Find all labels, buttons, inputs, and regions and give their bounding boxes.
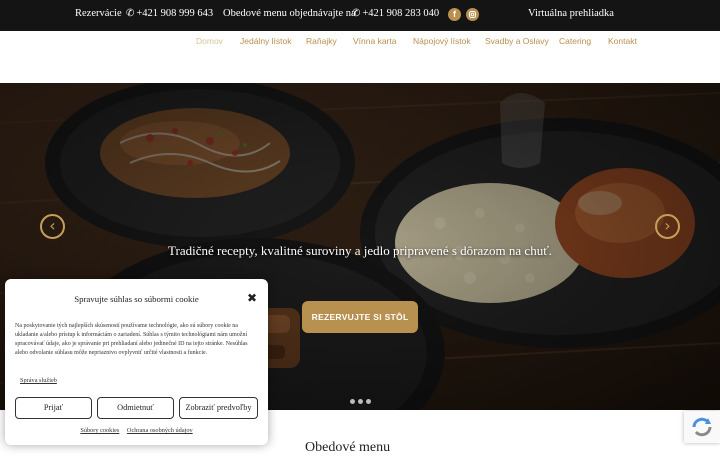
nav-breakfast[interactable]: Raňajky [306,36,337,46]
hero-tagline: Tradičné recepty, kvalitné suroviny a je… [168,243,552,258]
nav-food-menu[interactable]: Jedálny lístok [240,36,292,46]
virtual-tour-link[interactable]: Virtuálna prehliadka [528,8,614,19]
reservations-phone: +421 908 999 643 [136,8,214,19]
cookie-description: Na poskytovanie tých najlepších skúsenos… [15,323,248,356]
chevron-left-icon: ‹ [49,216,56,235]
recaptcha-badge[interactable] [684,411,720,443]
cookie-footer-links: Súbory cookies Ochrana osobných údajov [5,427,268,434]
section-title: Obedové menu [305,440,391,455]
reservations-phone-link[interactable]: ✆ +421 908 999 643 [126,8,213,19]
lunch-phone-link[interactable]: ✆ +421 908 283 040 [352,8,439,19]
manage-services-link[interactable]: Správa služieb [20,377,57,384]
cookies-policy-link[interactable]: Súbory cookies [80,427,119,434]
book-table-button[interactable]: REZERVUJTE SI STÔL [302,301,418,333]
privacy-policy-link[interactable]: Ochrana osobných údajov [127,427,193,434]
slider-dot-2[interactable] [358,399,363,404]
slider-prev-button[interactable]: ‹ [40,214,65,239]
nav-wine-list[interactable]: Vínna karta [353,36,396,46]
cookie-consent-dialog: Spravujte súhlas so súbormi cookie ✖ Na … [5,279,268,445]
accept-button[interactable]: Prijať [15,397,92,419]
lunch-order-label: Obedové menu objednávajte na [223,8,356,19]
top-bar: Rezervácie ✆ +421 908 999 643 Obedové men… [0,0,720,31]
phone-icon: ✆ [126,8,135,19]
nav-weddings[interactable]: Svadby a Oslavy [485,36,549,46]
recaptcha-icon [692,417,712,437]
main-navigation: Domov Jedálny lístok Raňajky Vínna karta… [0,31,720,83]
nav-drinks-menu[interactable]: Nápojový lístok [413,36,471,46]
close-icon[interactable]: ✖ [247,291,257,305]
view-preferences-button[interactable]: Zobraziť predvoľby [179,397,258,419]
slider-dot-1[interactable] [350,399,355,404]
cookie-title: Spravujte súhlas so súbormi cookie [74,294,199,304]
phone-icon: ✆ [352,8,361,19]
slider-dot-3[interactable] [366,399,371,404]
deny-button[interactable]: Odmietnuť [97,397,174,419]
lunch-phone: +421 908 283 040 [362,8,440,19]
slider-next-button[interactable]: › [655,214,680,239]
facebook-icon[interactable]: f [448,8,461,21]
chevron-right-icon: › [664,216,671,235]
instagram-icon[interactable] [466,8,479,21]
nav-catering[interactable]: Catering [559,36,591,46]
reservations-label: Rezervácie [75,8,122,19]
nav-home[interactable]: Domov [196,36,223,46]
nav-contact[interactable]: Kontakt [608,36,637,46]
